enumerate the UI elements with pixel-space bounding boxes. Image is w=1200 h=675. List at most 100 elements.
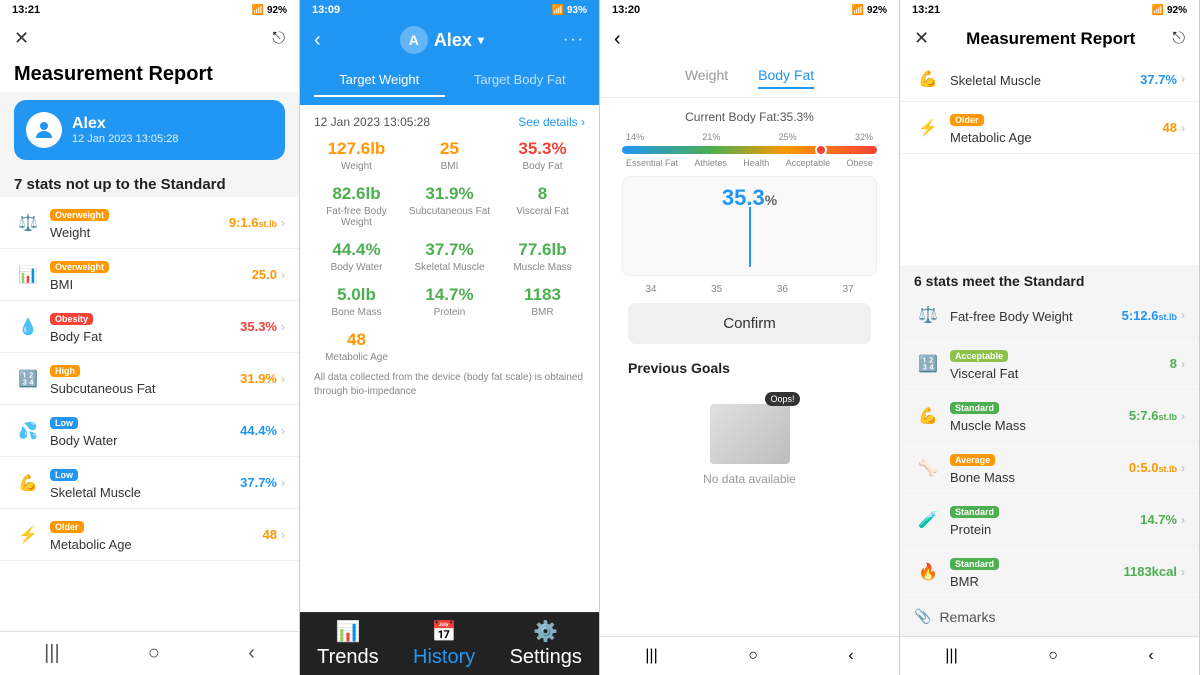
- tab-weight[interactable]: Weight: [685, 67, 728, 89]
- nav-back-icon-1[interactable]: ‹: [248, 642, 255, 665]
- list-item[interactable]: 💦 Low Body Water 44.4% ›: [0, 405, 299, 457]
- p4-icon-0: ⚖️: [914, 301, 942, 329]
- p2-stat-label-9: Bone Mass: [314, 307, 399, 318]
- p2-tab-0[interactable]: Target Weight: [314, 64, 445, 97]
- list-item[interactable]: 📊 Overweight BMI 25.0 ›: [0, 249, 299, 301]
- p2-tab-1[interactable]: Target Body Fat: [455, 64, 586, 97]
- nav-back-icon-4[interactable]: ‹: [1148, 647, 1153, 665]
- item-value-5: 37.7%: [240, 475, 277, 490]
- p4-top-stat-item[interactable]: ⚡ Older Metabolic Age 48 ›: [900, 102, 1199, 154]
- nav-menu-icon-1[interactable]: |||: [44, 642, 60, 665]
- nav-home-icon-1[interactable]: ○: [148, 642, 160, 665]
- p2-stat-item: 35.3% Body Fat: [500, 139, 585, 172]
- p4-share-icon[interactable]: ⎋: [1172, 30, 1185, 48]
- p4-stat-item[interactable]: 🦴 Average Bone Mass 0:5.0st.lb ›: [900, 442, 1199, 494]
- p4-top-stat-item[interactable]: 💪 Skeletal Muscle 37.7% ›: [900, 57, 1199, 102]
- item-label-5: Skeletal Muscle: [50, 485, 240, 500]
- list-item[interactable]: 🔢 High Subcutaneous Fat 31.9% ›: [0, 353, 299, 405]
- p4-top-info-0: Skeletal Muscle: [950, 71, 1140, 88]
- p3-back-icon[interactable]: ‹: [614, 28, 621, 51]
- p4-arrow-3: ›: [1181, 461, 1185, 475]
- item-badge-3: High: [50, 361, 240, 379]
- item-value-2: 35.3%: [240, 319, 277, 334]
- nav-back-icon-3[interactable]: ‹: [848, 647, 853, 665]
- p2-header: ‹ A Alex ▾ ···: [300, 20, 599, 64]
- item-badge-4: Low: [50, 413, 240, 431]
- item-info-3: High Subcutaneous Fat: [50, 361, 240, 396]
- p4-label-0: Fat-free Body Weight: [950, 309, 1122, 324]
- p3-tabs: Weight Body Fat: [600, 59, 899, 98]
- p4-stat-item[interactable]: 🔥 Standard BMR 1183kcal ›: [900, 546, 1199, 598]
- nav-menu-icon-4[interactable]: |||: [945, 647, 957, 665]
- p2-disclaimer: All data collected from the device (body…: [314, 363, 585, 407]
- p3-xlabel-1: 35: [711, 284, 722, 295]
- p4-value-3: 0:5.0st.lb: [1129, 460, 1177, 475]
- nav-home-icon-4[interactable]: ○: [1048, 647, 1058, 665]
- p4-badge-4: Standard: [950, 502, 1140, 520]
- p2-nav-item-history[interactable]: 📅 History: [413, 619, 475, 669]
- list-item[interactable]: 💧 Obesity Body Fat 35.3% ›: [0, 301, 299, 353]
- p4-arrow-1: ›: [1181, 357, 1185, 371]
- time-4: 13:21: [912, 4, 940, 16]
- p2-status-area: 13:09 📶 93% ‹ A Alex ▾ ··· Target Weight…: [300, 0, 599, 105]
- item-arrow-0: ›: [281, 216, 285, 230]
- p2-nav-label-1: History: [413, 646, 475, 669]
- battery-icon-2: 93%: [567, 5, 587, 16]
- p2-see-details[interactable]: See details ›: [518, 115, 585, 129]
- item-icon-3: 🔢: [14, 365, 42, 393]
- p4-top-value-1: 48: [1163, 120, 1177, 135]
- item-badge-0: Overweight: [50, 205, 229, 223]
- p2-nav-item-settings[interactable]: ⚙️ Settings: [510, 619, 582, 669]
- item-badge-5: Low: [50, 465, 240, 483]
- p2-more-icon[interactable]: ···: [563, 31, 585, 49]
- p4-remarks: 📎 Remarks: [900, 598, 1199, 636]
- status-bar-2: 13:09 📶 93%: [300, 0, 599, 20]
- panel-2: 13:09 📶 93% ‹ A Alex ▾ ··· Target Weight…: [300, 0, 600, 675]
- list-item[interactable]: 💪 Low Skeletal Muscle 37.7% ›: [0, 457, 299, 509]
- item-label-3: Subcutaneous Fat: [50, 381, 240, 396]
- tab-body-fat[interactable]: Body Fat: [758, 67, 814, 89]
- p4-stat-item[interactable]: 🧪 Standard Protein 14.7% ›: [900, 494, 1199, 546]
- p4-close-icon[interactable]: ✕: [914, 28, 929, 49]
- p2-stat-val-10: 14.7%: [407, 285, 492, 305]
- p4-value-0: 5:12.6st.lb: [1122, 308, 1177, 323]
- p4-arrow-5: ›: [1181, 565, 1185, 579]
- status-bar-4: 13:21 📶 92%: [900, 0, 1199, 20]
- p2-nav-item-trends[interactable]: 📊 Trends: [317, 619, 379, 669]
- p4-badge-2: Standard: [950, 398, 1129, 416]
- item-icon-0: ⚖️: [14, 209, 42, 237]
- item-value-1: 25.0: [252, 267, 277, 282]
- p2-stat-item: 48 Metabolic Age: [314, 330, 399, 363]
- p4-stat-item[interactable]: 💪 Standard Muscle Mass 5:7.6st.lb ›: [900, 390, 1199, 442]
- p3-chart-xlabels: 34353637: [614, 284, 885, 295]
- confirm-button[interactable]: Confirm: [628, 303, 871, 344]
- p4-top-arrow-1: ›: [1181, 121, 1185, 135]
- p4-badge-5: Standard: [950, 554, 1123, 572]
- p4-arrow-4: ›: [1181, 513, 1185, 527]
- p4-stat-item[interactable]: ⚖️ Fat-free Body Weight 5:12.6st.lb ›: [900, 293, 1199, 338]
- list-item[interactable]: ⚖️ Overweight Weight 9:1.6st.lb ›: [0, 197, 299, 249]
- p2-back-icon[interactable]: ‹: [314, 29, 321, 52]
- item-info-4: Low Body Water: [50, 413, 240, 448]
- item-value-4: 44.4%: [240, 423, 277, 438]
- signal-icon-4: 📶: [1152, 5, 1164, 16]
- list-item[interactable]: ⚡ Older Metabolic Age 48 ›: [0, 509, 299, 561]
- p1-header: ✕ ⎋: [0, 20, 299, 57]
- nav-menu-icon-3[interactable]: |||: [645, 647, 657, 665]
- p3-box: Oops!: [710, 404, 790, 464]
- p4-label-2: Muscle Mass: [950, 418, 1129, 433]
- p3-header: ‹: [600, 20, 899, 59]
- p2-stat-val-6: 44.4%: [314, 240, 399, 260]
- p4-stat-item[interactable]: 🔢 Acceptable Visceral Fat 8 ›: [900, 338, 1199, 390]
- p3-chart-area: 35.3%: [622, 176, 877, 276]
- p1-section-title: 7 stats not up to the Standard: [0, 168, 299, 197]
- item-icon-6: ⚡: [14, 521, 42, 549]
- page-title-1: Measurement Report: [0, 57, 299, 92]
- p2-chevron-icon[interactable]: ▾: [478, 33, 484, 47]
- battery-icon-3: 92%: [867, 5, 887, 16]
- close-icon[interactable]: ✕: [14, 28, 29, 49]
- nav-home-icon-3[interactable]: ○: [748, 647, 758, 665]
- p2-stat-item: 44.4% Body Water: [314, 240, 399, 273]
- p2-stat-item: 1183 BMR: [500, 285, 585, 318]
- share-icon[interactable]: ⎋: [272, 30, 285, 48]
